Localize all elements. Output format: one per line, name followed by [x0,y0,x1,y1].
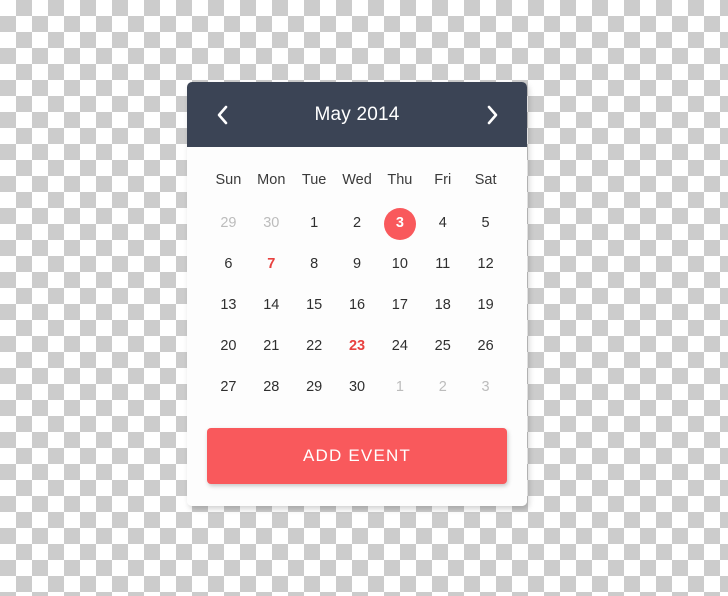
calendar-day-cell[interactable]: 6 [207,244,250,285]
calendar-day-cell[interactable]: 17 [378,285,421,326]
calendar-day-cell[interactable]: 21 [250,326,293,367]
day-number: 30 [348,379,366,396]
day-number: 8 [310,256,319,273]
add-event-button[interactable]: ADD EVENT [207,428,507,484]
chevron-right-icon [485,105,499,125]
calendar-day-cell[interactable]: 22 [293,326,336,367]
calendar-day-cell[interactable]: 7 [250,244,293,285]
calendar-header: May 2014 [187,82,527,147]
prev-month-button[interactable] [209,102,235,128]
day-number: 2 [352,215,362,232]
calendar-day-cell[interactable]: 14 [250,285,293,326]
calendar-day-cell[interactable]: 25 [421,326,464,367]
calendar-week-row: 13 14 15 16 17 18 19 [207,285,507,326]
calendar-day-cell[interactable]: 28 [250,367,293,408]
day-number: 18 [434,297,451,314]
calendar-widget: May 2014 Sun Mon Tue Wed Thu Fri Sat 29 3… [187,82,527,506]
calendar-week-row: 20 21 22 23 24 25 26 [207,326,507,367]
day-number: 3 [395,215,404,232]
day-number: 9 [352,256,362,273]
day-number: 24 [391,338,408,355]
calendar-day-cell[interactable]: 11 [421,244,464,285]
calendar-day-cell[interactable]: 3 [378,203,421,244]
day-number: 3 [481,379,490,396]
next-month-button[interactable] [479,102,505,128]
weekday-label-tue: Tue [301,172,327,188]
calendar-day-cell[interactable]: 5 [464,203,507,244]
day-number: 30 [263,215,280,232]
calendar-day-cell[interactable]: 9 [336,244,379,285]
day-number: 15 [306,297,323,314]
calendar-day-cell[interactable]: 29 [293,367,336,408]
calendar-day-cell[interactable]: 19 [464,285,507,326]
canvas: May 2014 Sun Mon Tue Wed Thu Fri Sat 29 3… [0,0,728,596]
day-number: 19 [477,297,494,314]
calendar-day-cell[interactable]: 16 [336,285,379,326]
calendar-grid: Sun Mon Tue Wed Thu Fri Sat 29 30 1 2 3 4 5 6 7 8… [187,147,527,414]
day-number: 21 [263,338,280,355]
day-number: 11 [435,256,451,273]
day-number: 20 [220,338,237,355]
calendar-day-cell[interactable]: 23 [336,326,379,367]
calendar-week-row: 6 7 8 9 10 11 12 [207,244,507,285]
calendar-day-cell[interactable]: 18 [421,285,464,326]
weekday-header-row: Sun Mon Tue Wed Thu Fri Sat [207,165,507,195]
day-number: 23 [348,338,366,355]
chevron-left-icon [215,105,229,125]
weekday-label-wed: Wed [342,172,372,188]
day-number: 1 [395,379,404,396]
day-number: 12 [477,256,494,273]
day-number: 22 [306,338,323,355]
day-number: 13 [220,297,237,314]
day-number: 14 [263,297,280,314]
calendar-week-row: 27 28 29 30 1 2 3 [207,367,507,408]
calendar-week-row: 29 30 1 2 3 4 5 [207,203,507,244]
calendar-day-cell[interactable]: 27 [207,367,250,408]
weekday-label-fri: Fri [434,172,452,188]
day-number: 10 [391,256,408,273]
calendar-day-cell[interactable]: 20 [207,326,250,367]
calendar-day-cell[interactable]: 15 [293,285,336,326]
calendar-day-cell[interactable]: 29 [207,203,250,244]
day-number: 6 [224,256,233,273]
day-number: 7 [267,256,276,273]
calendar-day-cell[interactable]: 2 [421,367,464,408]
calendar-footer: ADD EVENT [187,414,527,506]
day-number: 2 [438,379,447,396]
day-number: 4 [438,215,447,232]
day-number: 17 [391,297,408,314]
day-number: 28 [263,379,280,396]
weekday-label-thu: Thu [387,172,413,188]
calendar-day-cell[interactable]: 12 [464,244,507,285]
calendar-day-cell[interactable]: 4 [421,203,464,244]
calendar-day-cell[interactable]: 24 [378,326,421,367]
day-number: 26 [477,338,494,355]
weekday-label-mon: Mon [257,172,286,188]
day-number: 1 [310,215,319,232]
calendar-day-cell[interactable]: 30 [250,203,293,244]
weekday-label-sat: Sat [474,172,497,188]
calendar-day-cell[interactable]: 3 [464,367,507,408]
day-number: 29 [220,215,237,232]
calendar-weeks: 29 30 1 2 3 4 5 6 7 8 9 10 11 12 13 14 15 16 17 18 19 20 21 22 2… [207,203,507,408]
calendar-day-cell[interactable]: 10 [378,244,421,285]
day-number: 29 [306,379,323,396]
calendar-day-cell[interactable]: 8 [293,244,336,285]
calendar-title: May 2014 [314,104,400,125]
calendar-day-cell[interactable]: 30 [336,367,379,408]
calendar-day-cell[interactable]: 1 [293,203,336,244]
day-number: 16 [348,297,366,314]
day-number: 25 [434,338,451,355]
calendar-day-cell[interactable]: 13 [207,285,250,326]
day-number: 27 [220,379,237,396]
calendar-day-cell[interactable]: 1 [378,367,421,408]
day-number: 5 [481,215,490,232]
calendar-day-cell[interactable]: 2 [336,203,379,244]
calendar-day-cell[interactable]: 26 [464,326,507,367]
weekday-label-sun: Sun [215,172,242,188]
